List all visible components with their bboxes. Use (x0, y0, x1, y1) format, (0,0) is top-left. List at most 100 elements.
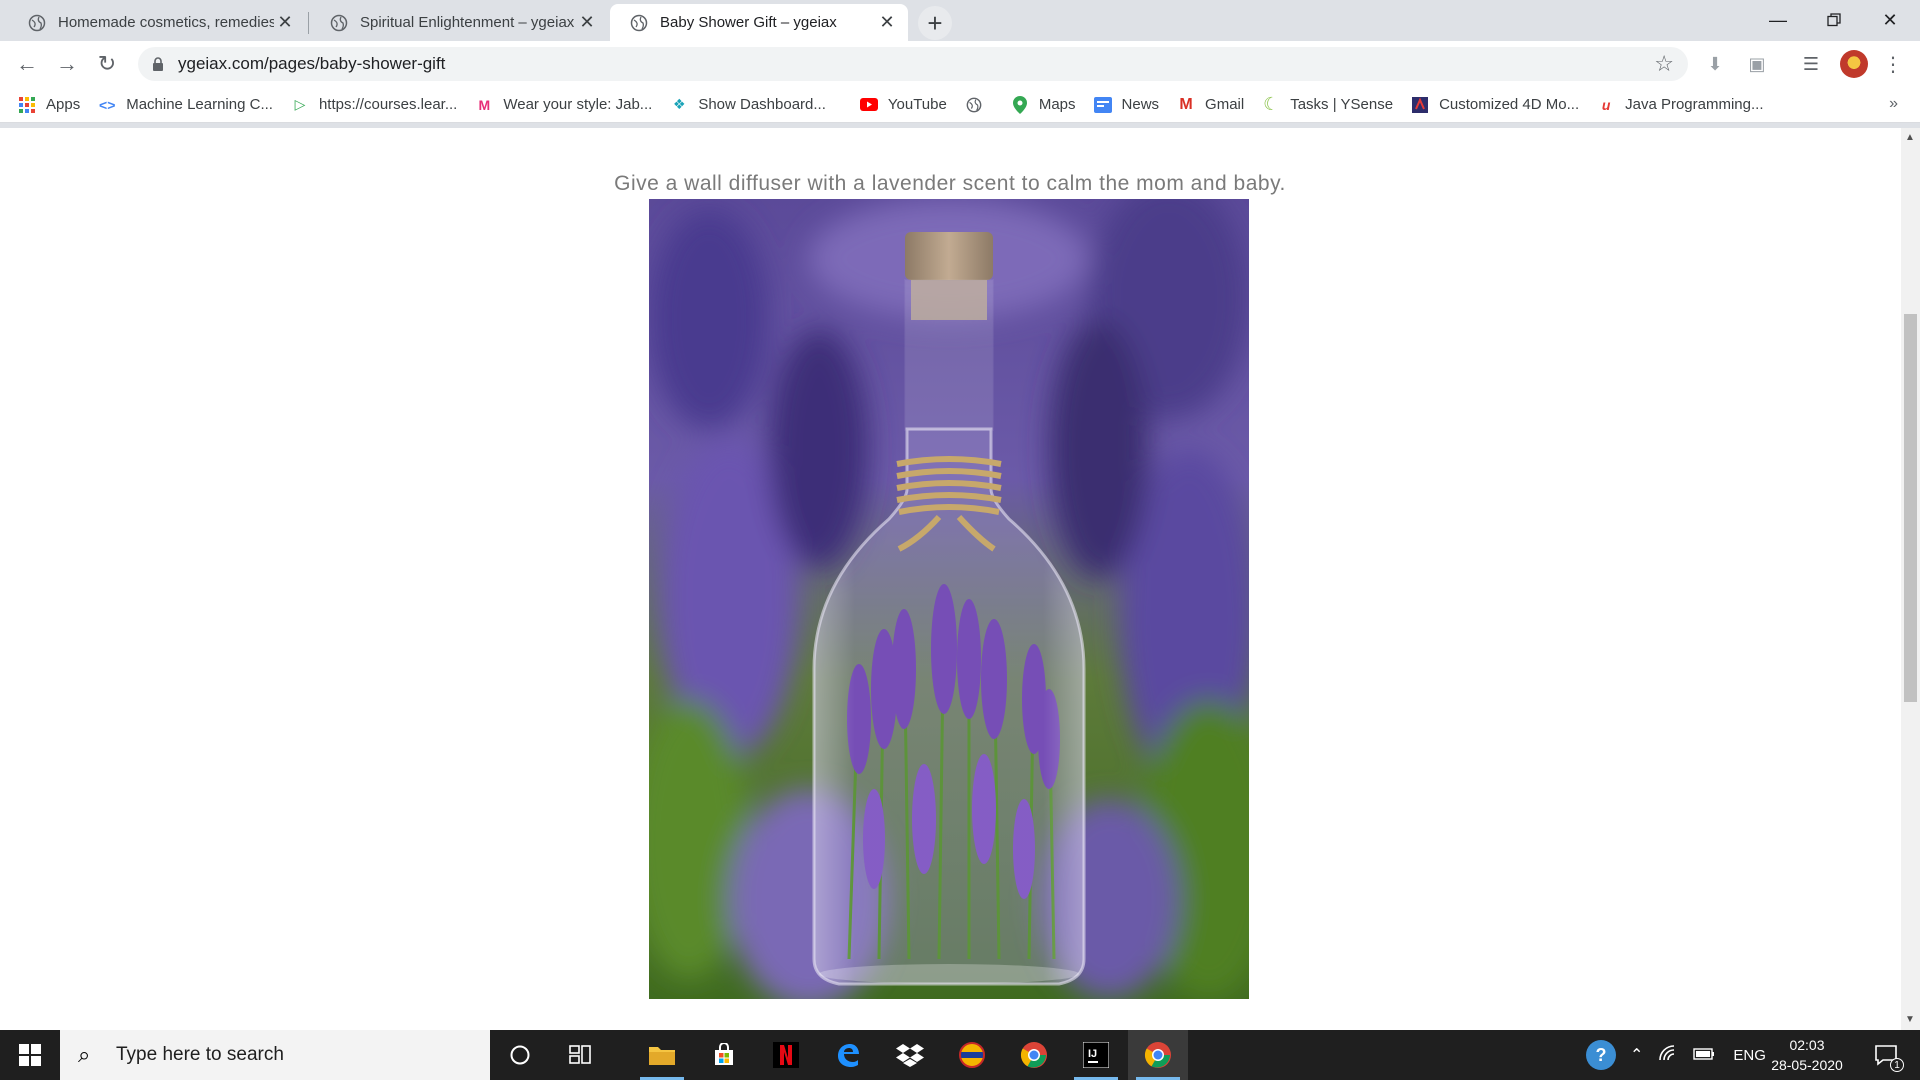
page-scrollbar[interactable]: ▲ ▼ (1901, 128, 1920, 1030)
diamond-icon: ❖ (673, 96, 686, 112)
cortana-icon[interactable] (490, 1030, 550, 1080)
tab-homemade-cosmetics[interactable]: Homemade cosmetics, remedies ✕ (8, 4, 306, 41)
restore-button[interactable] (1806, 0, 1862, 40)
dropbox-icon[interactable] (880, 1030, 940, 1080)
scroll-up-icon[interactable]: ▲ (1905, 132, 1915, 143)
page-content: Give a wall diffuser with a lavender sce… (0, 128, 1920, 1030)
tab-baby-shower-gift[interactable]: Baby Shower Gift – ygeiax ✕ (610, 4, 908, 41)
maps-pin-icon (1011, 95, 1029, 114)
4d-icon (1411, 96, 1429, 114)
bookmark-label: YouTube (887, 96, 947, 113)
reload-button[interactable]: ↻ (92, 49, 122, 79)
close-tab-icon[interactable]: ✕ (274, 12, 296, 34)
bookmark-ysense[interactable]: ☾ Tasks | YSense (1262, 94, 1393, 114)
file-explorer-icon[interactable] (632, 1030, 692, 1080)
scroll-down-icon[interactable]: ▼ (1905, 1014, 1915, 1025)
back-button[interactable]: ← (12, 49, 42, 79)
windows-taskbar: ⌕ Type here to search IJ ? ⌃ ENG 02:03 2… (0, 1030, 1920, 1080)
bookmark-label: Show Dashboard... (698, 96, 826, 113)
bookmark-label: https://courses.lear... (318, 96, 458, 113)
bookmark-machine-learning[interactable]: <> Machine Learning C... (98, 96, 273, 114)
app-circle-icon[interactable] (942, 1030, 1002, 1080)
bookmark-label: Apps (46, 96, 81, 113)
close-tab-icon[interactable]: ✕ (876, 12, 898, 34)
bookmark-myntra[interactable]: M Wear your style: Jab... (475, 96, 653, 114)
chrome-icon[interactable] (1004, 1030, 1064, 1080)
taskbar-search-box[interactable]: ⌕ Type here to search (60, 1030, 490, 1080)
bookmark-courses[interactable]: ▷ https://courses.lear... (291, 96, 458, 114)
search-placeholder: Type here to search (116, 1044, 284, 1065)
globe-icon (28, 14, 46, 32)
clock-date: 28-05-2020 (1771, 1057, 1843, 1073)
globe-icon (630, 14, 648, 32)
bookmark-label: Gmail (1205, 96, 1245, 113)
apps-grid-icon (18, 96, 36, 114)
url-text[interactable]: ygeiax.com/pages/baby-shower-gift (178, 54, 1654, 74)
forward-button[interactable]: → (52, 49, 82, 79)
microsoft-store-icon[interactable] (694, 1030, 754, 1080)
browser-toolbar: ← → ↻ ygeiax.com/pages/baby-shower-gift … (0, 41, 1920, 87)
code-icon: <> (99, 96, 116, 113)
download-extension-icon[interactable]: ⬇ (1702, 51, 1728, 77)
bookmark-show-dashboard[interactable]: ❖ Show Dashboard... (670, 96, 826, 114)
task-view-icon[interactable] (550, 1030, 610, 1080)
bookmark-news[interactable]: News (1093, 96, 1160, 114)
minimize-button[interactable]: — (1750, 0, 1806, 40)
intellij-icon[interactable]: IJ (1066, 1030, 1126, 1080)
windows-start-button[interactable] (0, 1030, 60, 1080)
bookmark-gmail[interactable]: M Gmail (1177, 96, 1244, 114)
ysense-icon: ☾ (1263, 94, 1280, 114)
bookmark-globe[interactable] (965, 96, 993, 114)
menu-kebab-icon[interactable]: ⋮ (1880, 51, 1906, 77)
bookmark-label: Customized 4D Mo... (1439, 96, 1580, 113)
bookmark-java-programming[interactable]: u Java Programming... (1597, 96, 1764, 114)
extension-icon[interactable]: ▣ (1744, 51, 1770, 77)
close-window-button[interactable]: ✕ (1862, 0, 1918, 40)
tab-title: Baby Shower Gift – ygeiax (660, 14, 837, 31)
clock-time: 02:03 (1789, 1037, 1825, 1053)
chevron-up-icon[interactable]: ⌃ (1630, 1045, 1643, 1065)
more-bookmarks-icon[interactable]: » (1889, 95, 1898, 113)
netflix-icon[interactable] (756, 1030, 816, 1080)
tab-divider (308, 12, 309, 34)
action-center-icon[interactable]: 1 (1866, 1030, 1906, 1080)
battery-icon[interactable] (1693, 1047, 1715, 1064)
bookmark-star-icon[interactable]: ☆ (1654, 51, 1674, 77)
media-control-icon[interactable]: ☰ (1798, 51, 1824, 77)
system-clock[interactable]: 02:03 28-05-2020 (1762, 1035, 1852, 1075)
bookmark-maps[interactable]: Maps (1011, 95, 1076, 114)
globe-icon (965, 96, 983, 114)
tab-strip: Homemade cosmetics, remedies ✕ Spiritual… (0, 0, 1920, 41)
address-bar[interactable]: ygeiax.com/pages/baby-shower-gift ☆ (138, 47, 1688, 81)
java-icon: u (1601, 96, 1611, 113)
tab-title: Spiritual Enlightenment – ygeiax (360, 14, 575, 31)
gmail-icon: M (1179, 95, 1193, 113)
help-icon[interactable]: ? (1586, 1040, 1616, 1070)
close-tab-icon[interactable]: ✕ (576, 12, 598, 34)
scrollbar-thumb[interactable] (1904, 314, 1917, 702)
news-icon (1093, 96, 1112, 114)
bookmark-customized-4d[interactable]: Customized 4D Mo... (1411, 96, 1579, 114)
bookmark-label: Maps (1038, 96, 1076, 113)
wifi-icon[interactable] (1659, 1045, 1677, 1065)
globe-icon (330, 14, 348, 32)
bookmark-youtube[interactable]: YouTube (859, 96, 947, 114)
bookmark-label: Wear your style: Jab... (503, 96, 653, 113)
tab-spiritual-enlightenment[interactable]: Spiritual Enlightenment – ygeiax ✕ (310, 4, 608, 41)
lock-icon[interactable] (152, 57, 166, 71)
bookmark-apps[interactable]: Apps (18, 96, 80, 114)
image-caption: Give a wall diffuser with a lavender sce… (614, 172, 1286, 195)
youtube-icon (859, 96, 878, 114)
bookmark-label: News (1121, 96, 1160, 113)
svg-text:IJ: IJ (1088, 1048, 1097, 1060)
chrome-active-window-icon[interactable] (1128, 1030, 1188, 1080)
bookmarks-bar: Apps <> Machine Learning C... ▷ https://… (0, 87, 1920, 123)
bookmark-label: Machine Learning C... (126, 96, 273, 113)
play-icon: ▷ (294, 96, 306, 112)
profile-avatar[interactable] (1840, 50, 1868, 78)
browser-chrome: Homemade cosmetics, remedies ✕ Spiritual… (0, 0, 1920, 128)
myntra-icon: M (478, 96, 491, 113)
edge-icon[interactable] (818, 1030, 878, 1080)
tab-title: Homemade cosmetics, remedies (58, 14, 274, 31)
new-tab-button[interactable]: + (918, 6, 952, 40)
